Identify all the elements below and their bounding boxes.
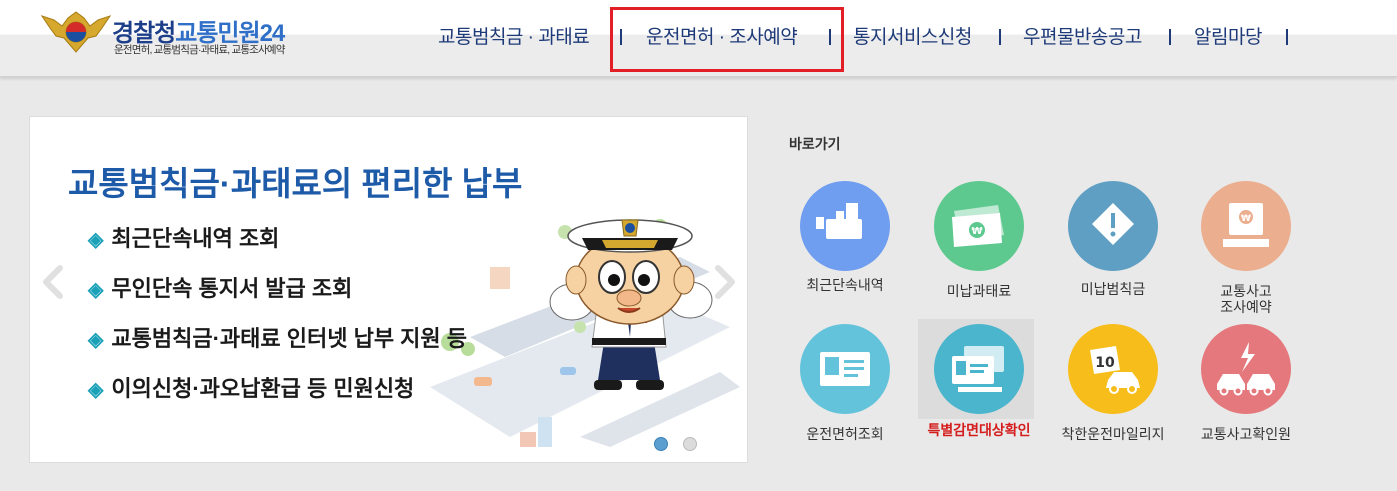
quick-link-recent-violations[interactable]: 최근단속내역 bbox=[785, 181, 905, 321]
nav-item-fines[interactable]: 교통범칙금 · 과태료 bbox=[438, 22, 590, 54]
quick-link-circle bbox=[1201, 324, 1291, 414]
quick-link-label-line2: 조사예약 bbox=[1220, 299, 1272, 315]
license-card-icon bbox=[820, 352, 870, 386]
police-emblem-icon bbox=[40, 11, 112, 53]
banner-bullet: ◈ 무인단속 통지서 발급 조회 bbox=[88, 271, 352, 303]
quick-link-mileage[interactable]: 10 착한운전마일리지 bbox=[1053, 324, 1173, 464]
quick-link-special-reduction[interactable]: 특별감면대상확인 bbox=[918, 319, 1039, 464]
quick-link-circle: ₩ bbox=[1201, 181, 1291, 271]
bullet-text: 최근단속내역 조회 bbox=[111, 226, 280, 251]
nav-item-notice[interactable]: 알림마당 bbox=[1194, 22, 1262, 54]
warning-icon bbox=[1092, 203, 1134, 245]
bullet-text: 무인단속 통지서 발급 조회 bbox=[111, 276, 353, 301]
car-crash-icon bbox=[1217, 342, 1275, 396]
quick-link-unpaid-penalty[interactable]: 미납범칙금 bbox=[1053, 181, 1173, 321]
quick-link-circle bbox=[1068, 181, 1158, 271]
quick-link-label: 교통사고확인원 bbox=[1200, 426, 1292, 442]
quick-link-accident-reservation[interactable]: ₩ 교통사고 조사예약 bbox=[1186, 181, 1306, 321]
svg-text:₩: ₩ bbox=[971, 226, 982, 237]
diamond-bullet-icon: ◈ bbox=[88, 329, 104, 351]
nav-item-notification[interactable]: 통지서비스신청 bbox=[853, 22, 972, 54]
quick-link-label: 최근단속내역 bbox=[806, 277, 884, 293]
svg-text:10: 10 bbox=[1095, 355, 1115, 371]
quick-link-label: 미납과태료 bbox=[946, 283, 1012, 299]
slide-dot[interactable] bbox=[683, 437, 697, 451]
quick-link-license-lookup[interactable]: 운전면허조회 bbox=[785, 324, 905, 464]
nav-separator bbox=[1286, 29, 1288, 45]
mileage-car-icon: 10 bbox=[1090, 346, 1140, 394]
slide-dot-active[interactable] bbox=[654, 437, 668, 451]
camera-icon bbox=[816, 203, 862, 239]
banner-bullet: ◈ 이의신청·과오납환급 등 민원신청 bbox=[88, 371, 414, 403]
license-check-icon bbox=[952, 346, 1004, 392]
quick-link-label: 특별감면대상확인 bbox=[927, 422, 1031, 438]
money-icon: ₩ bbox=[952, 205, 1004, 247]
police-mascot-illustration bbox=[549, 219, 713, 390]
banner-title: 교통범칙금·과태료의 편리한 납부 bbox=[68, 165, 523, 202]
svg-text:₩: ₩ bbox=[1241, 214, 1251, 224]
nav-separator bbox=[1169, 29, 1171, 45]
nav-separator bbox=[999, 29, 1001, 45]
bullet-text: 교통범칙금·과태료 인터넷 납부 지원 등 bbox=[111, 326, 468, 351]
site-logo[interactable]: 경찰청교통민원24 운전면허, 교통범칙금·과태료, 교통조사예약 bbox=[40, 10, 330, 60]
main-banner: 교통범칙금·과태료의 편리한 납부 ◈ 최근단속내역 조회 ◈ 무인단속 통지서 발… bbox=[29, 116, 748, 463]
diamond-bullet-icon: ◈ bbox=[88, 229, 104, 251]
logo-subtitle: 운전면허, 교통범칙금·과태료, 교통조사예약 bbox=[114, 44, 285, 56]
diamond-bullet-icon: ◈ bbox=[88, 279, 104, 301]
chevron-right-icon[interactable] bbox=[710, 262, 740, 302]
quick-link-accident-certificate[interactable]: 교통사고확인원 bbox=[1186, 324, 1306, 464]
banner-bullet: ◈ 교통범칙금·과태료 인터넷 납부 지원 등 bbox=[88, 321, 467, 353]
quick-link-circle bbox=[934, 324, 1024, 414]
quick-link-label: 운전면허조회 bbox=[806, 426, 884, 442]
quick-link-circle: ₩ bbox=[934, 181, 1024, 271]
highlight-box bbox=[610, 7, 844, 72]
quick-links-title: 바로가기 bbox=[789, 136, 841, 152]
bullet-text: 이의신청·과오납환급 등 민원신청 bbox=[111, 376, 415, 401]
chevron-left-icon[interactable] bbox=[38, 262, 68, 302]
quick-link-unpaid-fines[interactable]: ₩ 미납과태료 bbox=[919, 181, 1039, 321]
quick-link-circle bbox=[800, 181, 890, 271]
quick-link-label: 착한운전마일리지 bbox=[1061, 426, 1165, 442]
quick-link-label: 미납범칙금 bbox=[1080, 281, 1146, 297]
nav-item-returned-mail[interactable]: 우편물반송공고 bbox=[1023, 22, 1142, 54]
quick-link-circle: 10 bbox=[1068, 324, 1158, 414]
banner-bullet: ◈ 최근단속내역 조회 bbox=[88, 221, 279, 253]
quick-link-circle bbox=[800, 324, 890, 414]
quick-link-label-line1: 교통사고 bbox=[1220, 283, 1272, 299]
diamond-bullet-icon: ◈ bbox=[88, 379, 104, 401]
terminal-icon: ₩ bbox=[1223, 203, 1269, 247]
